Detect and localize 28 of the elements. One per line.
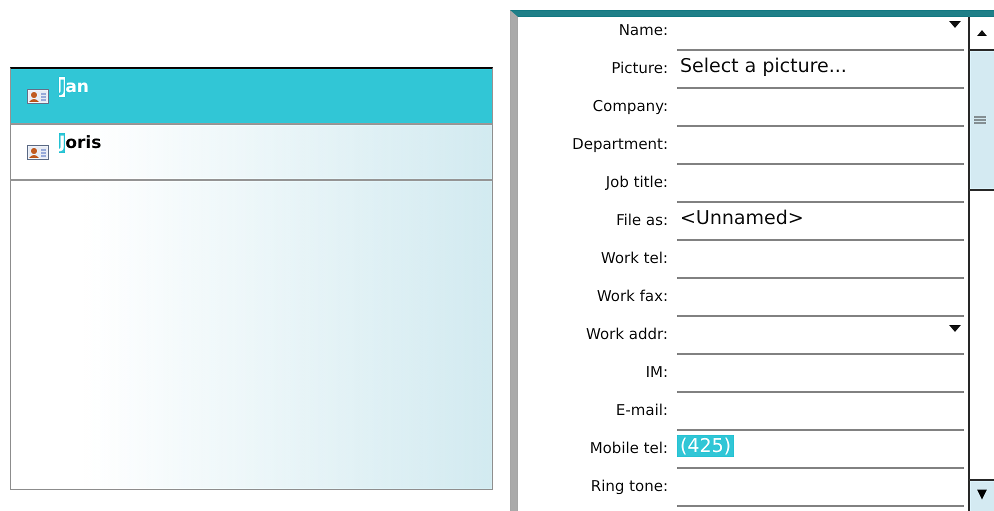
field-label: Ring tone: [590,476,668,497]
scroll-down-button[interactable]: ▼ [970,479,994,511]
field-label: Name: [618,20,668,41]
field-label: Company: [592,96,668,117]
scroll-up-arrow-icon [977,30,988,36]
field-label: Work fax: [596,286,668,307]
field-label: Department: [571,134,668,155]
field-label: E-mail: [614,400,668,421]
field-label: Work tel: [600,248,668,269]
contact-card-icon [27,89,49,104]
dropdown-arrow-icon [949,21,961,28]
field-value: Select a picture... [679,55,848,77]
grip-icon [974,116,986,124]
field-value: <Unnamed> [679,207,805,229]
field-label: File as: [615,210,668,231]
dropdown-arrow-icon [949,325,961,332]
contact-card-icon [27,145,49,160]
contact-name: Jan [59,77,89,97]
input-field[interactable]: Select a picture... [677,51,964,89]
input-field[interactable]: <Unnamed> [677,203,964,241]
field-label: IM: [644,362,668,383]
field-label: Job title: [604,172,668,193]
scroll-thumb[interactable] [970,51,994,191]
field-label: Work addr: [585,324,668,345]
field-value: (425) [677,435,734,457]
field-label: Mobile tel: [588,438,668,459]
field-label: Picture: [610,58,668,79]
contact-name: Joris [59,133,102,153]
